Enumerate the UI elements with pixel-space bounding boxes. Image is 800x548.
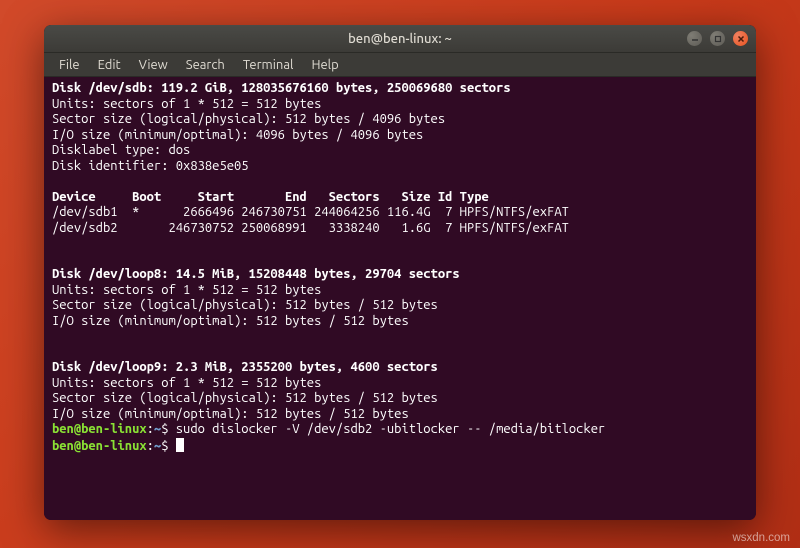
io-size-line: I/O size (minimum/optimal): 4096 bytes /…	[52, 128, 423, 142]
sector-size-line: Sector size (logical/physical): 512 byte…	[52, 112, 445, 126]
window-title: ben@ben-linux: ~	[44, 32, 756, 46]
units-line: Units: sectors of 1 * 512 = 512 bytes	[52, 376, 321, 390]
prompt-dollar: $	[161, 439, 176, 453]
menu-edit[interactable]: Edit	[89, 55, 130, 75]
terminal-content[interactable]: Disk /dev/sdb: 119.2 GiB, 128035676160 b…	[44, 77, 756, 520]
menu-file[interactable]: File	[50, 55, 89, 75]
terminal-window: ben@ben-linux: ~ File Edit View Search T…	[44, 25, 756, 520]
table-row: /dev/sdb1 * 2666496 246730751 244064256 …	[52, 205, 569, 219]
disk-loop9-header: Disk /dev/loop9: 2.3 MiB, 2355200 bytes,…	[52, 360, 438, 374]
io-size-line: I/O size (minimum/optimal): 512 bytes / …	[52, 407, 409, 421]
menubar: File Edit View Search Terminal Help	[44, 53, 756, 77]
watermark: wsxdn.com	[732, 532, 790, 544]
disk-id-line: Disk identifier: 0x838e5e05	[52, 159, 249, 173]
disk-loop8-header: Disk /dev/loop8: 14.5 MiB, 15208448 byte…	[52, 267, 460, 281]
io-size-line: I/O size (minimum/optimal): 512 bytes / …	[52, 314, 409, 328]
prompt-user-host: ben@ben-linux	[52, 439, 147, 453]
menu-terminal[interactable]: Terminal	[234, 55, 303, 75]
disk-sdb-header: Disk /dev/sdb: 119.2 GiB, 128035676160 b…	[52, 81, 511, 95]
command-text: sudo dislocker -V /dev/sdb2 -ubitlocker …	[176, 422, 606, 436]
units-line: Units: sectors of 1 * 512 = 512 bytes	[52, 97, 321, 111]
table-row: /dev/sdb2 246730752 250068991 3338240 1.…	[52, 221, 569, 235]
prompt-user-host: ben@ben-linux	[52, 422, 147, 436]
menu-help[interactable]: Help	[302, 55, 347, 75]
sector-size-line: Sector size (logical/physical): 512 byte…	[52, 298, 438, 312]
prompt-sep: :	[147, 422, 154, 436]
sector-size-line: Sector size (logical/physical): 512 byte…	[52, 391, 438, 405]
minimize-button[interactable]	[687, 31, 702, 46]
maximize-button[interactable]	[710, 31, 725, 46]
menu-view[interactable]: View	[130, 55, 177, 75]
close-button[interactable]	[733, 31, 748, 46]
partition-table-header: Device Boot Start End Sectors Size Id Ty…	[52, 190, 489, 204]
menu-search[interactable]: Search	[177, 55, 234, 75]
disklabel-line: Disklabel type: dos	[52, 143, 190, 157]
prompt-dollar: $	[161, 422, 176, 436]
cursor-icon	[176, 438, 184, 452]
units-line: Units: sectors of 1 * 512 = 512 bytes	[52, 283, 321, 297]
window-controls	[687, 31, 748, 46]
prompt-sep: :	[147, 439, 154, 453]
titlebar[interactable]: ben@ben-linux: ~	[44, 25, 756, 53]
